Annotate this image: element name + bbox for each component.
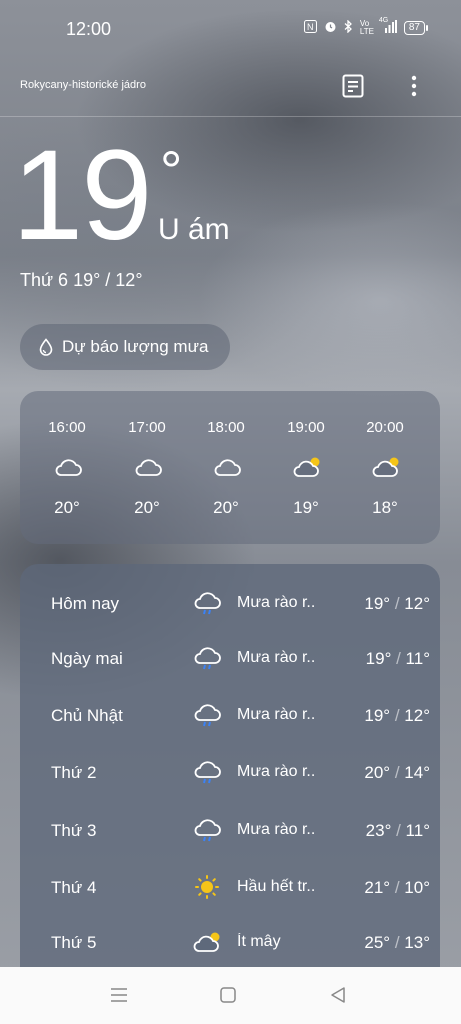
day-name: Thứ 3 xyxy=(51,821,97,840)
partly-cloudy-icon xyxy=(193,932,220,952)
app-header: Rokycany-historické jádro xyxy=(0,58,461,117)
day-temperature-range: 19° / 11° xyxy=(365,649,430,668)
daily-forecast-panel[interactable]: Hôm nay Mưa rào r.. 19° / 12° Ngày mai M… xyxy=(20,564,440,984)
rain-shower-icon xyxy=(194,592,221,615)
day-low: 14° xyxy=(404,763,430,782)
day-condition: Mưa rào r.. xyxy=(237,706,316,723)
day-name: Chủ Nhật xyxy=(51,706,123,725)
day-high: 20° xyxy=(364,763,391,782)
rain-shower-icon xyxy=(194,647,221,670)
svg-text:N: N xyxy=(307,22,314,32)
daily-row[interactable]: Thứ 3 Mưa rào r.. 23° / 11° xyxy=(20,811,440,851)
hour-temp: 19° xyxy=(293,498,319,517)
day-high: 21° xyxy=(364,878,391,897)
daily-row[interactable]: Thứ 5 Ít mây 25° / 13° xyxy=(20,923,440,963)
current-condition: U ám xyxy=(158,213,230,246)
battery-indicator: 87 xyxy=(403,21,429,35)
cloud-icon xyxy=(214,459,241,476)
day-low: 11° xyxy=(405,649,430,668)
day-temperature-range: 21° / 10° xyxy=(364,878,430,897)
cloud-icon xyxy=(135,459,162,476)
day-name: Thứ 4 xyxy=(51,878,97,897)
day-condition: Mưa rào r.. xyxy=(237,763,316,780)
partly-cloudy-icon xyxy=(372,457,399,477)
home-button[interactable] xyxy=(220,987,236,1003)
navigation-bar xyxy=(0,967,461,1024)
document-icon[interactable] xyxy=(342,74,364,98)
day-high: 23° xyxy=(365,821,392,840)
day-low: 12° xyxy=(404,594,430,613)
status-time: 12:00 xyxy=(66,19,112,39)
day-condition: Mưa rào r.. xyxy=(237,649,316,666)
cloud-icon xyxy=(55,459,82,476)
day-condition: Ít mây xyxy=(237,933,281,950)
alarm-icon xyxy=(324,20,337,36)
nfc-icon: N xyxy=(303,20,317,36)
rain-shower-icon xyxy=(194,704,221,727)
degree-symbol: ° xyxy=(160,139,183,202)
day-name: Thứ 5 xyxy=(51,933,97,952)
daily-row[interactable]: Hôm nay Mưa rào r.. 19° / 12° xyxy=(20,584,440,624)
daily-row[interactable]: Chủ Nhật Mưa rào r.. 19° / 12° xyxy=(20,696,440,736)
day-low: 11° xyxy=(405,821,430,840)
day-name: Ngày mai xyxy=(51,649,123,668)
status-bar: 12:00 N Vo LTE 4G 87 xyxy=(0,0,461,58)
more-options-icon[interactable] xyxy=(404,74,424,98)
rain-shower-icon xyxy=(194,819,221,842)
rain-shower-icon xyxy=(194,761,221,784)
day-temperature-range: 23° / 11° xyxy=(365,821,430,840)
day-low: 12° xyxy=(404,706,430,725)
day-condition: Hầu hết tr.. xyxy=(237,878,316,895)
partly-cloudy-icon xyxy=(293,457,320,477)
day-temperature-range: 19° / 12° xyxy=(364,594,430,613)
day-temperature-range: 20° / 14° xyxy=(364,763,430,782)
day-high: 19° xyxy=(364,594,391,613)
daily-row[interactable]: Ngày mai Mưa rào r.. 19° / 11° xyxy=(20,639,440,679)
hour-time: 20:00 xyxy=(366,419,404,436)
hour-time: 19:00 xyxy=(287,419,325,436)
day-low: 13° xyxy=(404,933,430,952)
water-drop-icon xyxy=(39,338,53,356)
day-temperature-range: 25° / 13° xyxy=(364,933,430,952)
day-high: 19° xyxy=(365,649,392,668)
hour-temp: 20° xyxy=(213,498,239,517)
recent-apps-button[interactable] xyxy=(110,987,128,1003)
hour-temp: 20° xyxy=(54,498,80,517)
network-type: 4G xyxy=(378,17,389,24)
hourly-forecast-panel[interactable]: 16:00 20° 17:00 20° 18:00 20° 19:00 19° … xyxy=(20,391,440,544)
day-high: 19° xyxy=(364,706,391,725)
hour-temp: 18° xyxy=(372,498,398,517)
day-condition: Mưa rào r.. xyxy=(237,821,316,838)
location-title: Rokycany-historické jádro xyxy=(20,79,146,91)
day-low: 10° xyxy=(404,878,430,897)
status-icons: N Vo LTE 4G 87 xyxy=(303,17,429,36)
rain-forecast-label: Dự báo lượng mưa xyxy=(62,337,209,356)
today-range: Thứ 6 19° / 12° xyxy=(20,270,143,290)
daily-row[interactable]: Thứ 4 Hầu hết tr.. 21° / 10° xyxy=(20,868,440,908)
rain-forecast-button[interactable]: Dự báo lượng mưa xyxy=(20,324,230,370)
current-temperature: 19 xyxy=(12,124,152,267)
back-button[interactable] xyxy=(330,986,346,1004)
hour-time: 17:00 xyxy=(128,419,166,436)
sun-icon xyxy=(195,875,219,899)
volte-icon: Vo LTE xyxy=(359,19,374,36)
bluetooth-icon xyxy=(344,19,353,36)
hour-time: 18:00 xyxy=(207,419,245,436)
daily-row[interactable]: Thứ 2 Mưa rào r.. 20° / 14° xyxy=(20,753,440,793)
day-temperature-range: 19° / 12° xyxy=(364,706,430,725)
day-name: Thứ 2 xyxy=(51,763,97,782)
signal-icon: 4G xyxy=(378,17,397,36)
hour-time: 16:00 xyxy=(48,419,86,436)
hour-temp: 20° xyxy=(134,498,160,517)
day-high: 25° xyxy=(364,933,391,952)
day-name: Hôm nay xyxy=(51,594,120,613)
day-condition: Mưa rào r.. xyxy=(237,594,316,611)
